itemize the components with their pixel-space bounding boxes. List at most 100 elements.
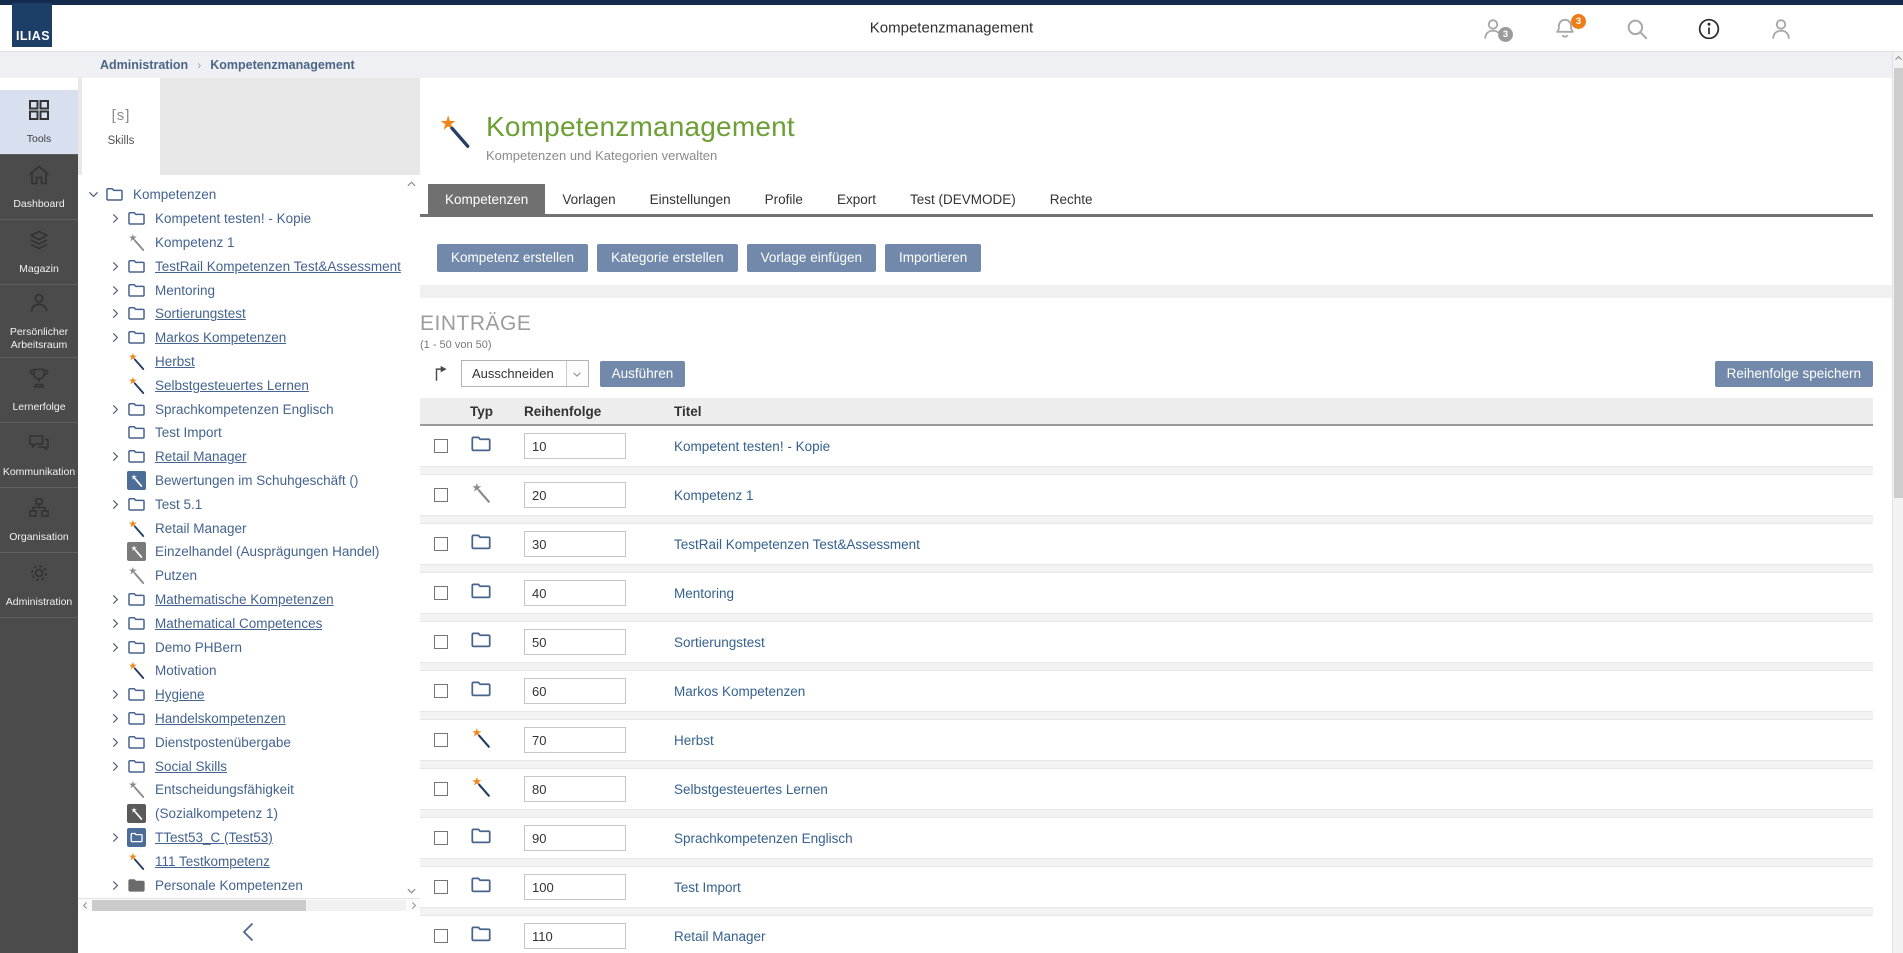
tree-item[interactable]: Entscheidungsfähigkeit <box>78 778 420 802</box>
tree-scroll-up-icon[interactable] <box>406 179 417 190</box>
row-title-link[interactable]: Mentoring <box>674 586 1873 601</box>
order-input[interactable] <box>524 923 626 949</box>
row-title-link[interactable]: Markos Kompetenzen <box>674 684 1873 699</box>
row-checkbox[interactable] <box>434 537 448 551</box>
tree-item-label[interactable]: Retail Manager <box>155 521 247 536</box>
order-input[interactable] <box>524 825 626 851</box>
tree-item-label[interactable]: Social Skills <box>155 759 227 774</box>
tab-test-devmode-[interactable]: Test (DEVMODE) <box>893 184 1033 214</box>
tree-item[interactable]: Sortierungstest <box>78 302 420 326</box>
tree-expand-icon[interactable] <box>109 615 127 631</box>
sidebar-item-pers-nlicher-arbeitsraum[interactable]: Persönlicher Arbeitsraum <box>0 285 78 358</box>
order-input[interactable] <box>524 874 626 900</box>
tree-expand-icon[interactable] <box>109 496 127 512</box>
row-checkbox[interactable] <box>434 831 448 845</box>
tree-item[interactable]: Motivation <box>78 659 420 683</box>
row-checkbox[interactable] <box>434 439 448 453</box>
tree-expand-icon[interactable] <box>109 258 127 274</box>
tree-item-label[interactable]: Entscheidungsfähigkeit <box>155 782 294 797</box>
save-order-button[interactable]: Reihenfolge speichern <box>1715 361 1873 387</box>
hscroll-right-icon[interactable] <box>406 901 420 910</box>
tree-item[interactable]: 111 Testkompetenz <box>78 849 420 873</box>
tree-item-label[interactable]: Markos Kompetenzen <box>155 330 286 345</box>
tree-expand-icon[interactable] <box>109 758 127 774</box>
tab-rechte[interactable]: Rechte <box>1033 184 1110 214</box>
tree-item[interactable]: Mathematical Competences <box>78 611 420 635</box>
tree-item[interactable]: (Sozialkompetenz 1) <box>78 802 420 826</box>
tree-item-label[interactable]: Kompetenzen <box>133 187 216 202</box>
tree-item-label[interactable]: Hygiene <box>155 687 205 702</box>
row-title-link[interactable]: Selbstgesteuertes Lernen <box>674 782 1873 797</box>
row-checkbox[interactable] <box>434 782 448 796</box>
tree-item-label[interactable]: Handelskompetenzen <box>155 711 286 726</box>
tree-item[interactable]: Einzelhandel (Ausprägungen Handel) <box>78 540 420 564</box>
tree-expand-icon[interactable] <box>109 330 127 346</box>
tree-item-label[interactable]: Personale Kompetenzen <box>155 878 303 893</box>
tree-item-label[interactable]: (Sozialkompetenz 1) <box>155 806 278 821</box>
tree-item-label[interactable]: TTest53_C (Test53) <box>155 830 273 845</box>
tab-skills[interactable]: [s] Skills <box>82 78 160 175</box>
row-checkbox[interactable] <box>434 684 448 698</box>
tree-item-label[interactable]: Dienstpostenübergabe <box>155 735 291 750</box>
tree-item-label[interactable]: Mathematical Competences <box>155 616 322 631</box>
tree-item[interactable]: Kompetent testen! - Kopie <box>78 207 420 231</box>
breadcrumb-administration[interactable]: Administration <box>100 58 188 72</box>
tree-item[interactable]: Markos Kompetenzen <box>78 326 420 350</box>
sidebar-item-dashboard[interactable]: Dashboard <box>0 155 78 220</box>
vorlage-einf-gen-button[interactable]: Vorlage einfügen <box>747 244 876 272</box>
collapse-panel-icon[interactable] <box>237 920 261 944</box>
tree-expand-icon[interactable] <box>109 306 127 322</box>
tree-item[interactable]: Retail Manager <box>78 516 420 540</box>
sidebar-item-tools[interactable]: Tools <box>0 90 78 155</box>
hscroll-left-icon[interactable] <box>78 901 92 910</box>
tree-item-label[interactable]: Kompetent testen! - Kopie <box>155 211 311 226</box>
tree-item-label[interactable]: Sprachkompetenzen Englisch <box>155 402 334 417</box>
row-checkbox[interactable] <box>434 635 448 649</box>
row-title-link[interactable]: Herbst <box>674 733 1873 748</box>
tree-item[interactable]: Sprachkompetenzen Englisch <box>78 397 420 421</box>
row-checkbox[interactable] <box>434 733 448 747</box>
tree-item-label[interactable]: Test Import <box>155 425 222 440</box>
tree-item-label[interactable]: Test 5.1 <box>155 497 202 512</box>
kompetenz-erstellen-button[interactable]: Kompetenz erstellen <box>437 244 588 272</box>
sidebar-item-lernerfolge[interactable]: Lernerfolge <box>0 358 78 423</box>
sidebar-item-organisation[interactable]: Organisation <box>0 488 78 553</box>
tree-item-label[interactable]: Einzelhandel (Ausprägungen Handel) <box>155 544 379 559</box>
order-input[interactable] <box>524 776 626 802</box>
tree-item[interactable]: Mentoring <box>78 278 420 302</box>
tree-item-label[interactable]: Mathematische Kompetenzen <box>155 592 334 607</box>
tree-item-label[interactable]: Retail Manager <box>155 449 247 464</box>
order-input[interactable] <box>524 531 626 557</box>
tree-item-label[interactable]: Demo PHBern <box>155 640 242 655</box>
tree-item-label[interactable]: Sortierungstest <box>155 306 246 321</box>
tree-item-label[interactable]: 111 Testkompetenz <box>155 854 270 869</box>
tree-expand-icon[interactable] <box>109 710 127 726</box>
tree-item[interactable]: Personale Kompetenzen <box>78 873 420 897</box>
tree-expand-icon[interactable] <box>109 211 127 227</box>
tree-expand-icon[interactable] <box>109 639 127 655</box>
tree-item[interactable]: Hygiene <box>78 683 420 707</box>
tree-item[interactable]: Social Skills <box>78 754 420 778</box>
tree-item[interactable]: Bewertungen im Schuhgeschäft () <box>78 469 420 493</box>
row-checkbox[interactable] <box>434 880 448 894</box>
help-info-icon[interactable] <box>1695 15 1723 43</box>
tree-item[interactable]: Test 5.1 <box>78 492 420 516</box>
tab-export[interactable]: Export <box>820 184 893 214</box>
tree-item-label[interactable]: Selbstgesteuertes Lernen <box>155 378 309 393</box>
row-checkbox[interactable] <box>434 488 448 502</box>
tree-expand-icon[interactable] <box>109 401 127 417</box>
tree-item[interactable]: Herbst <box>78 350 420 374</box>
tree-item[interactable]: TestRail Kompetenzen Test&Assessment <box>78 254 420 278</box>
tree-item-label[interactable]: Herbst <box>155 354 195 369</box>
tree-item[interactable]: Kompetenzen <box>78 183 420 207</box>
tree-horizontal-scrollbar[interactable] <box>78 898 420 911</box>
tree-expand-icon[interactable] <box>109 449 127 465</box>
hscroll-thumb[interactable] <box>92 900 306 911</box>
tree-item[interactable]: TTest53_C (Test53) <box>78 826 420 850</box>
order-input[interactable] <box>524 629 626 655</box>
tree-item-label[interactable]: Motivation <box>155 663 217 678</box>
row-title-link[interactable]: Kompetent testen! - Kopie <box>674 439 1873 454</box>
order-input[interactable] <box>524 580 626 606</box>
order-input[interactable] <box>524 727 626 753</box>
tree-expand-icon[interactable] <box>109 734 127 750</box>
